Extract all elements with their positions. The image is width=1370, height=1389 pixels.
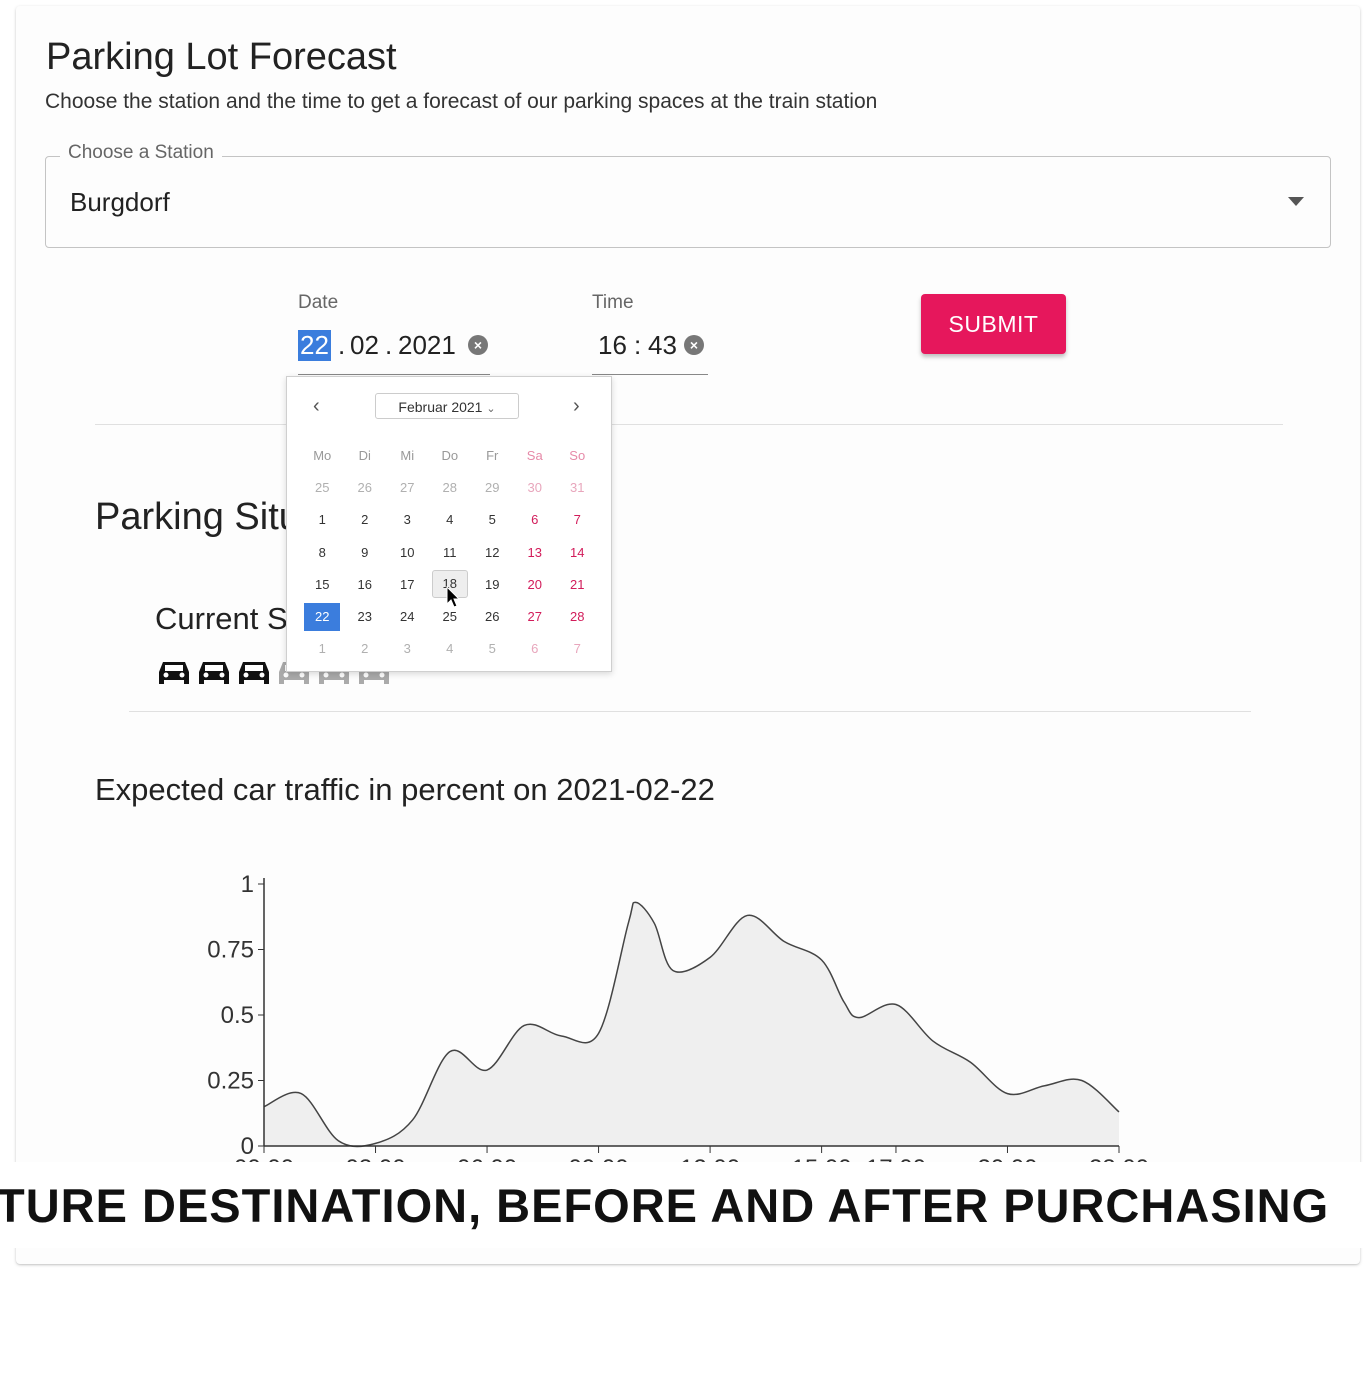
- date-separator: .: [385, 330, 393, 360]
- date-input[interactable]: 22 . 02 . 2021 ×: [298, 322, 490, 375]
- calendar-day[interactable]: 1: [301, 641, 344, 656]
- calendar-week-row: 25 26 27 28 29 30 31: [301, 471, 599, 503]
- calendar-week-row: 1234567: [301, 633, 599, 665]
- page-subtitle: Choose the station and the time to get a…: [45, 90, 878, 113]
- date-picker-popup: ‹ Februar 2021 ⌄ › Mo Di Mi Do Fr Sa So 25 26 27 2…: [286, 376, 612, 672]
- calendar-day[interactable]: 19: [471, 577, 514, 592]
- calendar-day[interactable]: 15: [301, 577, 344, 592]
- y-tick-label: 0.75: [207, 937, 254, 964]
- calendar-weekday: Di: [358, 447, 371, 463]
- calendar-grid: Mo Di Mi Do Fr Sa So 25 26 27 28 29 30 31 1 2 3 4 5 6 7 8 9 10 1…: [301, 439, 599, 665]
- calendar-weekday: Mo: [313, 447, 332, 463]
- calendar-day[interactable]: 6: [514, 641, 557, 656]
- calendar-day-selected[interactable]: 22: [301, 602, 344, 631]
- date-day-segment[interactable]: 22: [298, 330, 331, 361]
- calendar-month-label: Februar 2021: [398, 399, 483, 415]
- calendar-day[interactable]: 4: [429, 512, 472, 527]
- chevron-left-icon[interactable]: ‹: [313, 395, 320, 418]
- calendar-day[interactable]: 23: [344, 609, 387, 624]
- calendar-day[interactable]: 27: [386, 480, 429, 495]
- calendar-day[interactable]: 7: [556, 512, 599, 527]
- calendar-day[interactable]: 14: [556, 545, 599, 560]
- calendar-week-row: 8 9 10 11 12 13 14: [301, 536, 599, 568]
- submit-button[interactable]: SUBMIT: [921, 294, 1066, 354]
- calendar-day[interactable]: 5: [471, 641, 514, 656]
- time-minute-segment[interactable]: 43: [648, 330, 677, 361]
- calendar-day[interactable]: 7: [556, 641, 599, 656]
- car-icon-occupied: [199, 662, 229, 684]
- y-tick-label: 0.25: [207, 1068, 254, 1095]
- station-select-value: Burgdorf: [70, 187, 170, 217]
- traffic-area-chart: 00.250.50.75100:0003:0006:0009:0012:0015…: [207, 871, 1149, 1176]
- calendar-day[interactable]: 16: [344, 577, 387, 592]
- calendar-day[interactable]: 17: [386, 577, 429, 592]
- calendar-day[interactable]: 21: [556, 577, 599, 592]
- station-select[interactable]: Choose a Station Burgdorf: [45, 142, 1331, 248]
- calendar-day[interactable]: 8: [301, 545, 344, 560]
- station-select-label: Choose a Station: [60, 142, 222, 164]
- calendar-month-select[interactable]: Februar 2021 ⌄: [375, 393, 519, 419]
- calendar-day[interactable]: 6: [514, 512, 557, 527]
- car-icon-occupied: [239, 662, 269, 684]
- calendar-day[interactable]: 25: [429, 609, 472, 624]
- calendar-day[interactable]: 3: [386, 512, 429, 527]
- calendar-weekday: So: [569, 447, 586, 463]
- divider: [129, 711, 1251, 712]
- time-hour-segment[interactable]: 16: [598, 330, 627, 361]
- calendar-day[interactable]: 31: [556, 480, 599, 495]
- parking-situation-title: Parking Situ: [95, 496, 300, 538]
- chevron-down-icon: ⌄: [486, 403, 496, 415]
- chevron-right-icon[interactable]: ›: [573, 395, 580, 418]
- time-label: Time: [592, 292, 634, 313]
- calendar-day[interactable]: 25: [301, 480, 344, 495]
- calendar-weekday-row: Mo Di Mi Do Fr Sa So: [301, 439, 599, 471]
- calendar-day[interactable]: 4: [429, 641, 472, 656]
- calendar-day[interactable]: 3: [386, 641, 429, 656]
- calendar-week-row: 1234567: [301, 504, 599, 536]
- calendar-day[interactable]: 30: [514, 480, 557, 495]
- calendar-day[interactable]: 5: [471, 512, 514, 527]
- calendar-day[interactable]: 12: [471, 545, 514, 560]
- calendar-day[interactable]: 1: [301, 512, 344, 527]
- chart-title: Expected car traffic in percent on 2021-…: [95, 772, 715, 807]
- calendar-weekday: Sa: [526, 447, 543, 463]
- calendar-day[interactable]: 13: [514, 545, 557, 560]
- calendar-day[interactable]: 2: [344, 512, 387, 527]
- time-input[interactable]: 16 : 43 ×: [592, 322, 708, 375]
- y-tick-label: 1: [241, 871, 254, 898]
- calendar-day[interactable]: 9: [344, 545, 387, 560]
- caption-overlay: TURE DESTINATION, BEFORE AND AFTER PURCH…: [0, 1162, 1370, 1248]
- calendar-day[interactable]: 29: [471, 480, 514, 495]
- calendar-day[interactable]: 27: [514, 609, 557, 624]
- calendar-weekday: Fr: [486, 447, 499, 463]
- y-tick-label: 0.5: [221, 1002, 254, 1029]
- calendar-day[interactable]: 26: [471, 609, 514, 624]
- clear-icon[interactable]: ×: [684, 335, 704, 355]
- calendar-day[interactable]: 2: [344, 641, 387, 656]
- date-year-segment[interactable]: 2021: [398, 330, 456, 361]
- current-situation-title: Current S: [155, 601, 288, 636]
- date-label: Date: [298, 292, 339, 313]
- calendar-day[interactable]: 28: [556, 609, 599, 624]
- calendar-day[interactable]: 24: [386, 609, 429, 624]
- date-separator: .: [338, 330, 346, 360]
- calendar-day[interactable]: 26: [344, 480, 387, 495]
- car-icon-occupied: [159, 662, 189, 684]
- time-separator: :: [634, 330, 642, 360]
- date-month-segment[interactable]: 02: [350, 330, 379, 361]
- calendar-weekday: Mi: [400, 447, 415, 463]
- page-title: Parking Lot Forecast: [46, 36, 397, 78]
- forecast-card: Parking Lot Forecast Choose the station …: [16, 6, 1360, 1264]
- calendar-day[interactable]: 10: [386, 545, 429, 560]
- calendar-day[interactable]: 11: [429, 545, 472, 560]
- caret-down-icon[interactable]: [1288, 197, 1304, 206]
- calendar-weekday: Do: [441, 447, 459, 463]
- mouse-pointer-icon: [446, 586, 461, 608]
- clear-icon[interactable]: ×: [468, 335, 488, 355]
- divider: [95, 424, 1283, 425]
- calendar-day[interactable]: 28: [429, 480, 472, 495]
- calendar-day[interactable]: 20: [514, 577, 557, 592]
- caption-text: TURE DESTINATION, BEFORE AND AFTER PURCH…: [0, 1179, 1330, 1232]
- chart-area-fill: [264, 902, 1119, 1147]
